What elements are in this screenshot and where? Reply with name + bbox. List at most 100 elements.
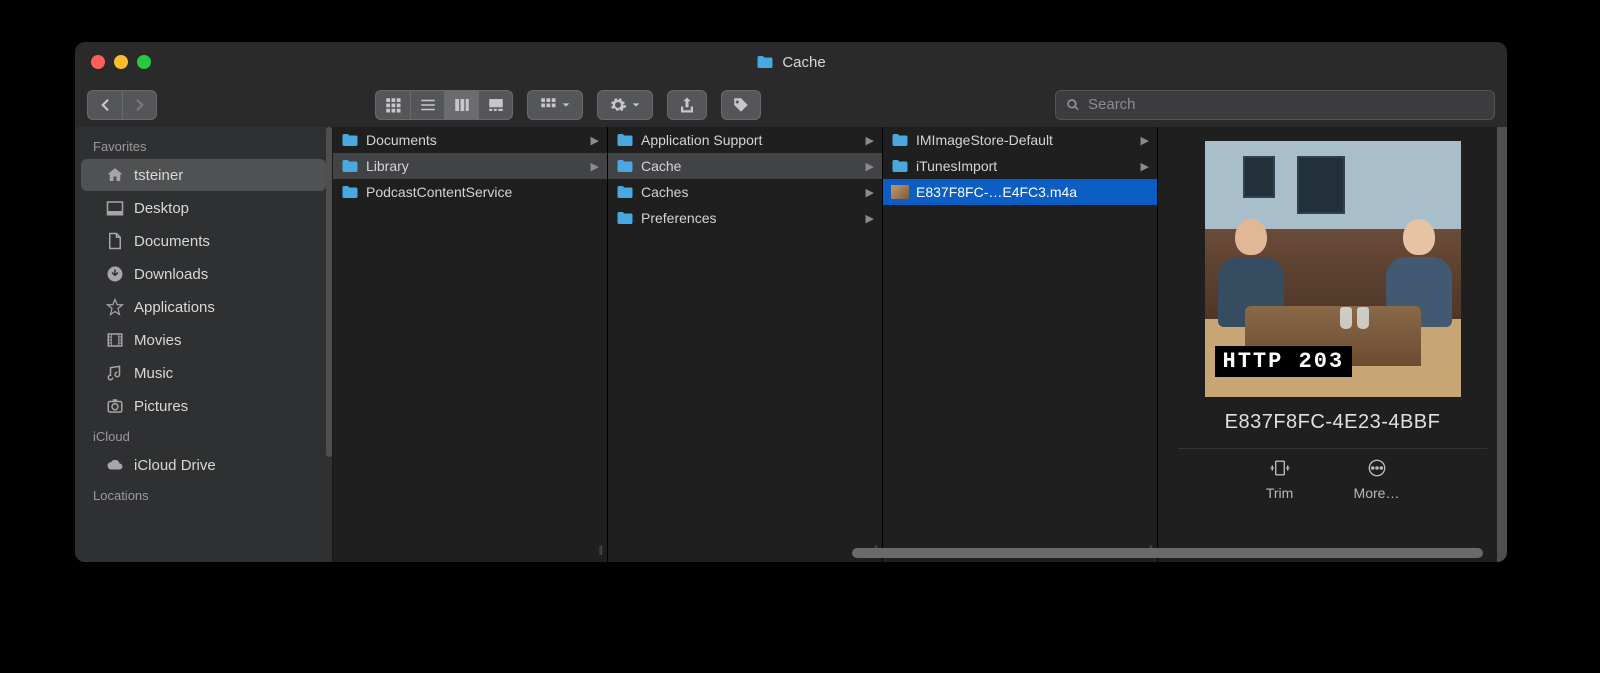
column-browser: Documents ▶ Library ▶ PodcastContentServ… [333, 127, 1507, 562]
sidebar-item-label: Music [134, 365, 173, 382]
search-input[interactable] [1088, 96, 1484, 113]
gallery-icon [487, 96, 505, 114]
chevron-down-icon [561, 100, 571, 110]
traffic-lights [91, 55, 151, 69]
action-button[interactable] [597, 90, 653, 120]
sidebar-item-applications[interactable]: Applications [81, 291, 326, 323]
file-row-selected[interactable]: E837F8FC-…E4FC3.m4a [883, 179, 1157, 205]
chevron-left-icon [96, 96, 114, 114]
artwork-badge: HTTP 203 [1215, 346, 1353, 377]
row-label: Caches [641, 184, 859, 200]
chevron-right-icon: ▶ [591, 160, 599, 173]
folder-row[interactable]: Application Support ▶ [608, 127, 882, 153]
gear-icon [609, 96, 627, 114]
view-list-button[interactable] [410, 91, 444, 119]
chevron-right-icon: ▶ [1141, 134, 1149, 147]
desktop-icon [105, 199, 125, 217]
sidebar-item-movies[interactable]: Movies [81, 324, 326, 356]
sidebar-section-icloud: iCloud [75, 423, 332, 448]
view-gallery-button[interactable] [478, 91, 512, 119]
file-thumb-icon [891, 185, 909, 199]
folder-row[interactable]: PodcastContentService [333, 179, 607, 205]
fullscreen-window-button[interactable] [137, 55, 151, 69]
folder-row[interactable]: iTunesImport ▶ [883, 153, 1157, 179]
row-label: PodcastContentService [366, 184, 599, 200]
view-columns-button[interactable] [444, 91, 478, 119]
chevron-down-icon [631, 100, 641, 110]
row-label: Cache [641, 158, 859, 174]
search-field[interactable] [1055, 90, 1495, 120]
sidebar-item-downloads[interactable]: Downloads [81, 258, 326, 290]
row-label: Preferences [641, 210, 859, 226]
sidebar-item-documents[interactable]: Documents [81, 225, 326, 257]
folder-icon [616, 185, 634, 199]
sidebar-item-label: Movies [134, 332, 182, 349]
sidebar-item-music[interactable]: Music [81, 357, 326, 389]
folder-row[interactable]: IMImageStore-Default ▶ [883, 127, 1157, 153]
arrange-button[interactable] [527, 90, 583, 120]
folder-icon [891, 159, 909, 173]
folder-row[interactable]: Preferences ▶ [608, 205, 882, 231]
list-icon [419, 96, 437, 114]
row-label: E837F8FC-…E4FC3.m4a [916, 184, 1149, 200]
row-label: iTunesImport [916, 158, 1134, 174]
preview-artwork: HTTP 203 [1205, 141, 1461, 397]
folder-row[interactable]: Documents ▶ [333, 127, 607, 153]
trim-icon [1268, 457, 1292, 479]
share-button[interactable] [667, 90, 707, 120]
grid-icon [384, 96, 402, 114]
tags-button[interactable] [721, 90, 761, 120]
preview-actions: Trim More… [1178, 448, 1487, 501]
more-icon [1365, 457, 1389, 479]
folder-icon [616, 133, 634, 147]
folder-icon [616, 159, 634, 173]
forward-button[interactable] [122, 91, 156, 119]
trim-button[interactable]: Trim [1266, 457, 1294, 501]
preview-pane: HTTP 203 E837F8FC-4E23-4BBF Trim More… [1158, 127, 1507, 562]
sidebar-item-desktop[interactable]: Desktop [81, 192, 326, 224]
window-title-text: Cache [782, 54, 825, 71]
minimize-window-button[interactable] [114, 55, 128, 69]
folder-icon [341, 185, 359, 199]
chevron-right-icon [131, 96, 149, 114]
toolbar [75, 82, 1507, 127]
chevron-right-icon: ▶ [866, 186, 874, 199]
sidebar-item-label: Downloads [134, 266, 208, 283]
tag-icon [732, 96, 750, 114]
folder-icon [891, 133, 909, 147]
close-window-button[interactable] [91, 55, 105, 69]
sidebar-item-label: tsteiner [134, 167, 183, 184]
sidebar-item-label: Applications [134, 299, 215, 316]
chevron-right-icon: ▶ [1141, 160, 1149, 173]
folder-row[interactable]: Library ▶ [333, 153, 607, 179]
applications-icon [105, 298, 125, 316]
search-icon [1066, 98, 1080, 112]
sidebar-item-icloud-drive[interactable]: iCloud Drive [81, 449, 326, 481]
view-icons-button[interactable] [376, 91, 410, 119]
sidebar-item-label: Documents [134, 233, 210, 250]
share-icon [678, 96, 696, 114]
view-mode-buttons [375, 90, 513, 120]
more-button[interactable]: More… [1354, 457, 1400, 501]
cloud-icon [105, 456, 125, 474]
folder-icon [616, 211, 634, 225]
row-label: Library [366, 158, 584, 174]
chevron-right-icon: ▶ [866, 212, 874, 225]
sidebar-item-home[interactable]: tsteiner [81, 159, 326, 191]
document-icon [105, 232, 125, 250]
chevron-right-icon: ▶ [866, 160, 874, 173]
folder-icon [341, 133, 359, 147]
body: Favorites tsteiner Desktop Documents Dow… [75, 127, 1507, 562]
horizontal-scrollbar[interactable] [335, 548, 1483, 558]
row-label: IMImageStore-Default [916, 132, 1134, 148]
folder-icon [756, 55, 774, 69]
folder-row[interactable]: Cache ▶ [608, 153, 882, 179]
sidebar-item-pictures[interactable]: Pictures [81, 390, 326, 422]
folder-row[interactable]: Caches ▶ [608, 179, 882, 205]
chevron-right-icon: ▶ [591, 134, 599, 147]
row-label: Documents [366, 132, 584, 148]
column-1: Documents ▶ Library ▶ PodcastContentServ… [333, 127, 608, 562]
sidebar: Favorites tsteiner Desktop Documents Dow… [75, 127, 333, 562]
home-icon [105, 166, 125, 184]
back-button[interactable] [88, 91, 122, 119]
